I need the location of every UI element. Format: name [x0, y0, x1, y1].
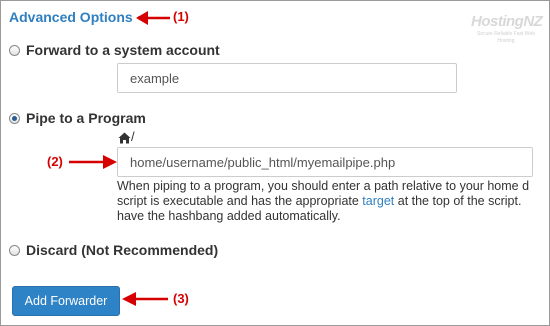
help-line-2-start: script is executable and has the appropr…: [117, 194, 363, 208]
add-forwarder-button[interactable]: Add Forwarder: [12, 286, 120, 316]
callout-1: (1): [173, 9, 189, 24]
help-line-3: have the hashbang added automatically.: [117, 209, 341, 223]
arrow-icon: [136, 11, 170, 25]
callout-2: (2): [47, 154, 63, 169]
hostingnz-logo: HostingNZ Secure Reliable Fast Web Hosti…: [471, 13, 543, 45]
option-label: Pipe to a Program: [26, 110, 146, 126]
option-forward-system-account[interactable]: Forward to a system account: [9, 42, 220, 58]
help-line-1: When piping to a program, you should ent…: [117, 179, 530, 193]
home-icon: [118, 132, 131, 144]
home-path-suffix: /: [131, 129, 135, 144]
arrow-icon: [69, 155, 117, 169]
callout-3: (3): [173, 291, 189, 306]
radio-icon[interactable]: [9, 44, 20, 56]
arrow-icon: [122, 292, 168, 306]
help-line-2: script is executable and has the appropr…: [117, 194, 549, 209]
option-label: Forward to a system account: [26, 42, 220, 58]
help-line-2-end: at the top of the script.: [394, 194, 522, 208]
pipe-help-text: When piping to a program, you should ent…: [117, 179, 549, 224]
logo-tagline: Secure Reliable Fast Web Hosting: [477, 31, 535, 44]
radio-icon[interactable]: [9, 244, 20, 256]
pipe-program-path-input[interactable]: [117, 147, 533, 177]
advanced-options-toggle[interactable]: Advanced Options: [9, 9, 144, 25]
advanced-options-label: Advanced Options: [9, 9, 133, 25]
logo-text: HostingNZ: [471, 13, 543, 30]
home-directory-prefix: /: [118, 129, 135, 144]
option-discard[interactable]: Discard (Not Recommended): [9, 242, 218, 258]
system-account-input[interactable]: [117, 63, 457, 93]
radio-icon[interactable]: [9, 112, 20, 124]
option-label: Discard (Not Recommended): [26, 242, 219, 258]
target-link[interactable]: target: [362, 194, 394, 208]
option-pipe-to-program[interactable]: Pipe to a Program: [9, 110, 146, 126]
forwarder-options-panel: Advanced Options HostingNZ Secure Reliab…: [0, 0, 550, 326]
